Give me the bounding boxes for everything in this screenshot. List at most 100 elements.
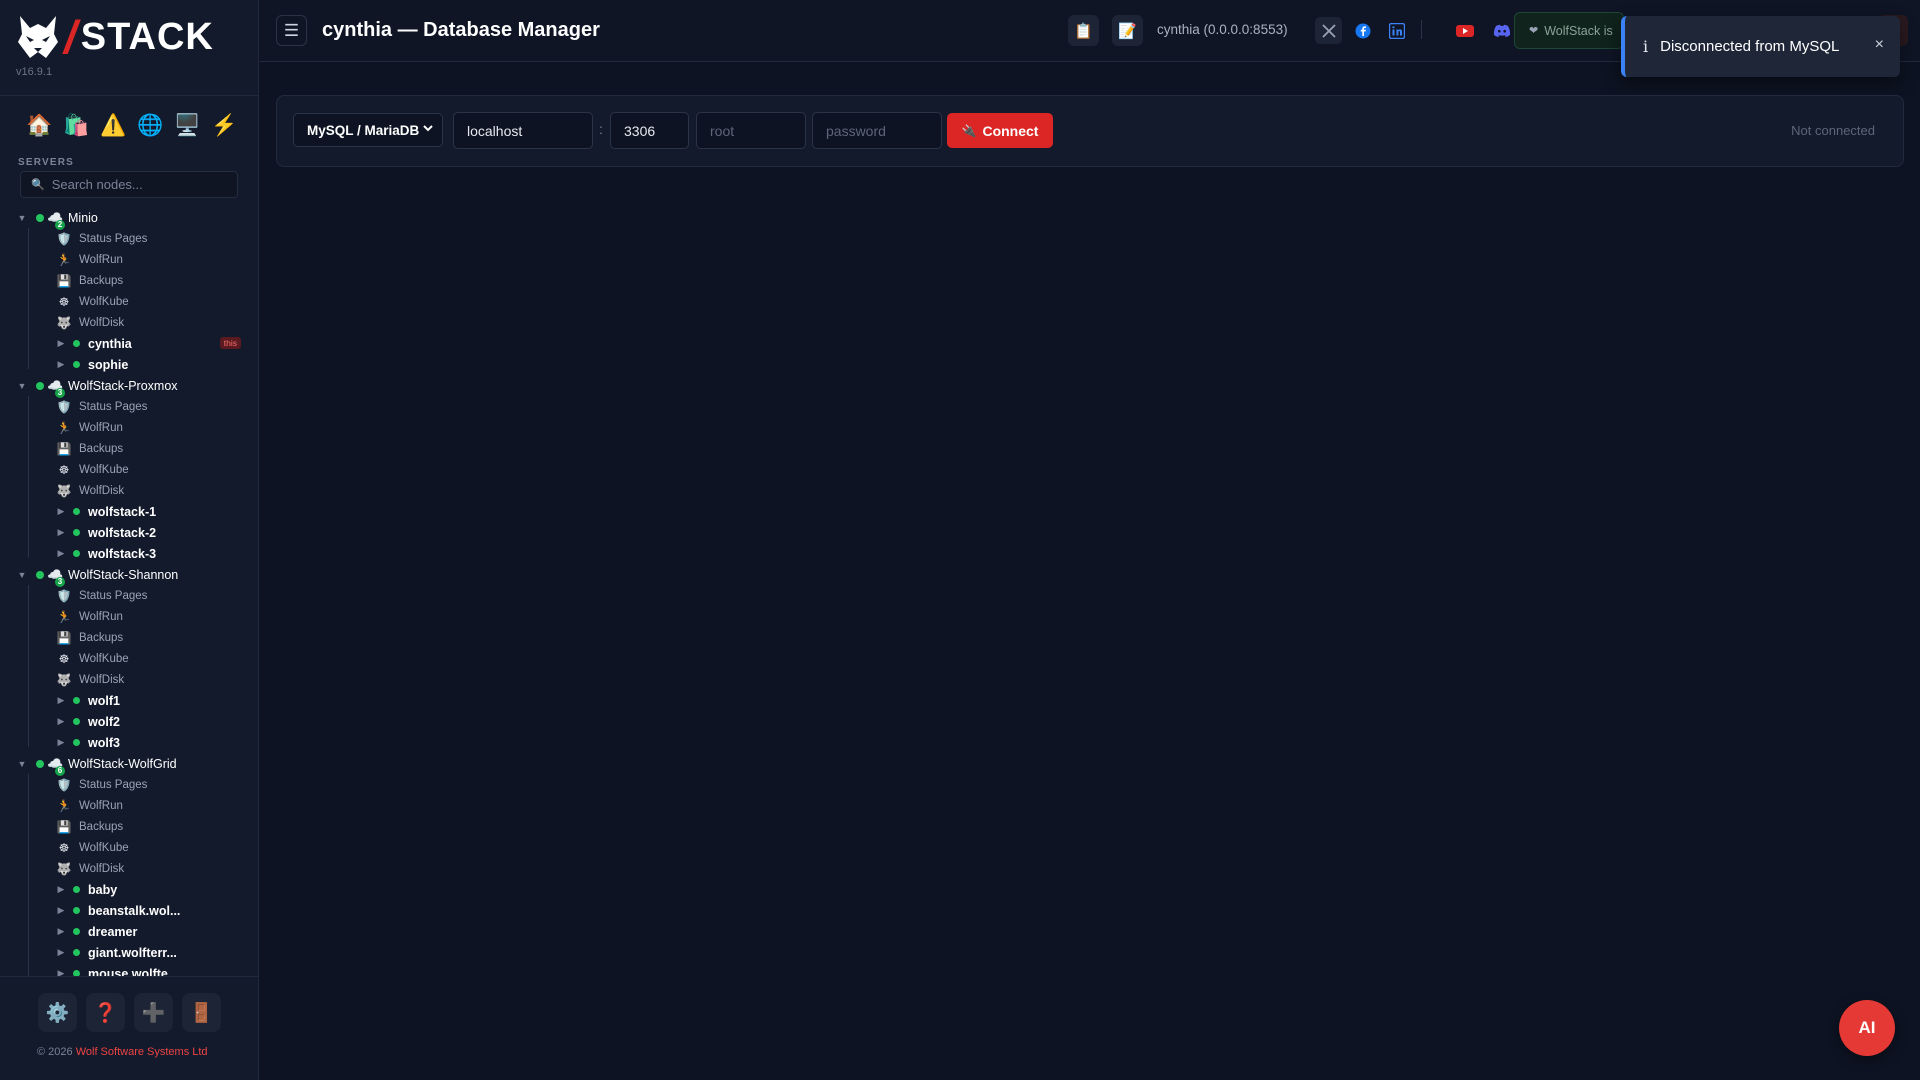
page-title: cynthia — Database Manager [322,19,600,41]
cluster-menu-item-label: Backups [79,274,124,287]
cluster-menu-item[interactable]: 🏃 WolfRun [0,795,259,816]
settings-button[interactable]: ⚙️ [38,993,77,1032]
cluster-menu-item[interactable]: 🏃 WolfRun [0,606,259,627]
current-node-badge: this [219,337,241,349]
chevron-right-icon[interactable]: ▶ [55,359,67,370]
password-input[interactable] [812,112,942,149]
server-node[interactable]: ▶ dreamer [0,921,259,942]
server-node[interactable]: ▶ sophie [0,354,259,375]
port-input[interactable] [610,112,689,149]
cluster-menu-item-label: WolfDisk [79,484,125,497]
cluster-row[interactable]: ▼ ☁️ 3 WolfStack-Shannon [0,564,259,587]
server-node[interactable]: ▶ wolf3 [0,732,259,753]
wolf-icon: 🐺 [56,861,72,876]
server-node[interactable]: ▶ mouse.wolfte... [0,963,259,977]
chevron-right-icon[interactable]: ▶ [55,737,67,748]
add-server-button[interactable]: ➕ [134,993,173,1032]
cluster-menu-item[interactable]: 🏃 WolfRun [0,249,259,270]
cluster-menu-item[interactable]: 🐺 WolfDisk [0,312,259,333]
notes-button[interactable]: 📝 [1112,15,1143,46]
shield-icon: 🛡️ [56,231,72,246]
cluster-menu-item[interactable]: 🛡️ Status Pages [0,396,259,417]
globe-icon[interactable]: 🌐 [137,114,163,138]
server-node[interactable]: ▶ wolfstack-2 [0,522,259,543]
chevron-down-icon[interactable]: ▼ [16,213,28,223]
cluster-menu-item[interactable]: 🛡️ Status Pages [0,228,259,249]
host-input[interactable] [453,112,593,149]
chevron-right-icon[interactable]: ▶ [55,716,67,727]
cluster-menu-item-label: WolfRun [79,799,123,812]
server-node[interactable]: ▶ wolf1 [0,690,259,711]
username-input[interactable] [696,112,806,149]
cluster-menu-item[interactable]: 💾 Backups [0,438,259,459]
cluster-menu-item[interactable]: 🛡️ Status Pages [0,585,259,606]
chevron-right-icon[interactable]: ▶ [55,548,67,559]
cluster-menu-item[interactable]: 💾 Backups [0,627,259,648]
cluster-icon: ☁️ 3 [47,566,65,587]
chevron-right-icon[interactable]: ▶ [55,884,67,895]
chevron-right-icon[interactable]: ▶ [55,506,67,517]
update-status-pill[interactable]: ❤ WolfStack is [1514,12,1624,49]
cluster-menu-item[interactable]: ☸ WolfKube [0,291,259,312]
server-node-name: dreamer [88,924,138,939]
server-node[interactable]: ▶ beanstalk.wol... [0,900,259,921]
cluster-row[interactable]: ▼ ☁️ 6 WolfStack-WolfGrid [0,753,259,776]
chevron-down-icon[interactable]: ▼ [16,759,28,769]
ai-assistant-button[interactable]: AI [1839,1000,1895,1056]
clipboard-button[interactable]: 📋 [1068,15,1099,46]
cluster-menu-item-label: WolfRun [79,253,123,266]
cluster-row[interactable]: ▼ ☁️ 3 WolfStack-Proxmox [0,375,259,398]
cluster-menu-item[interactable]: ☸ WolfKube [0,648,259,669]
server-node[interactable]: ▶ wolf2 [0,711,259,732]
tree-guide-line [28,228,29,369]
chevron-right-icon[interactable]: ▶ [55,527,67,538]
cluster-row[interactable]: ▼ ☁️ 2 Minio [0,207,259,230]
cluster-menu-item[interactable]: 🐺 WolfDisk [0,669,259,690]
warning-icon[interactable]: ⚠️ [100,114,126,138]
lightning-icon[interactable]: ⚡ [211,114,237,138]
server-node[interactable]: ▶ baby [0,879,259,900]
logout-button[interactable]: 🚪 [182,993,221,1032]
chevron-down-icon [422,122,434,137]
server-node[interactable]: ▶ cynthia this [0,333,259,354]
chevron-right-icon[interactable]: ▶ [55,926,67,937]
search-input[interactable] [49,176,234,193]
linkedin-icon[interactable] [1383,17,1410,44]
x-twitter-icon[interactable] [1315,17,1342,44]
cluster-menu-item-label: WolfKube [79,841,129,854]
menu-toggle-button[interactable]: ☰ [276,15,307,46]
floppy-disk-icon: 💾 [56,273,72,288]
company-link[interactable]: Wolf Software Systems Ltd [76,1046,208,1058]
cluster-menu-item[interactable]: ☸ WolfKube [0,837,259,858]
chevron-right-icon[interactable]: ▶ [55,947,67,958]
wolfstack-logo[interactable]: / STACK [16,14,214,60]
cluster-menu-item[interactable]: ☸ WolfKube [0,459,259,480]
cluster-menu-item[interactable]: 💾 Backups [0,270,259,291]
server-node[interactable]: ▶ giant.wolfterr... [0,942,259,963]
connect-button[interactable]: 🔌 Connect [947,113,1053,148]
cluster-menu-item[interactable]: 🐺 WolfDisk [0,858,259,879]
desktop-icon[interactable]: 🖥️ [174,114,200,138]
server-node[interactable]: ▶ wolfstack-3 [0,543,259,564]
cluster-menu-item[interactable]: 💾 Backups [0,816,259,837]
toast-close-icon[interactable]: × [1875,36,1884,54]
cluster-menu-item[interactable]: 🐺 WolfDisk [0,480,259,501]
youtube-icon[interactable] [1451,17,1478,44]
discord-icon[interactable] [1488,17,1515,44]
help-button[interactable]: ❓ [86,993,125,1032]
home-icon[interactable]: 🏠 [26,114,52,138]
sidebar: / STACK v16.9.1 🏠 🛍️ ⚠️ 🌐 🖥️ ⚡ SERVERS 🔍… [0,0,259,1080]
chevron-right-icon[interactable]: ▶ [55,905,67,916]
shopping-bags-icon[interactable]: 🛍️ [63,114,89,138]
server-node-name: baby [88,882,118,897]
chevron-right-icon[interactable]: ▶ [55,338,67,349]
chevron-right-icon[interactable]: ▶ [55,695,67,706]
cluster-menu-item[interactable]: 🏃 WolfRun [0,417,259,438]
chevron-down-icon[interactable]: ▼ [16,570,28,580]
facebook-icon[interactable] [1349,17,1376,44]
database-type-select[interactable]: MySQL / MariaDB [293,113,443,147]
chevron-down-icon[interactable]: ▼ [16,381,28,391]
cluster-menu-item[interactable]: 🛡️ Status Pages [0,774,259,795]
server-node[interactable]: ▶ wolfstack-1 [0,501,259,522]
cluster-name: WolfStack-Shannon [68,567,179,582]
